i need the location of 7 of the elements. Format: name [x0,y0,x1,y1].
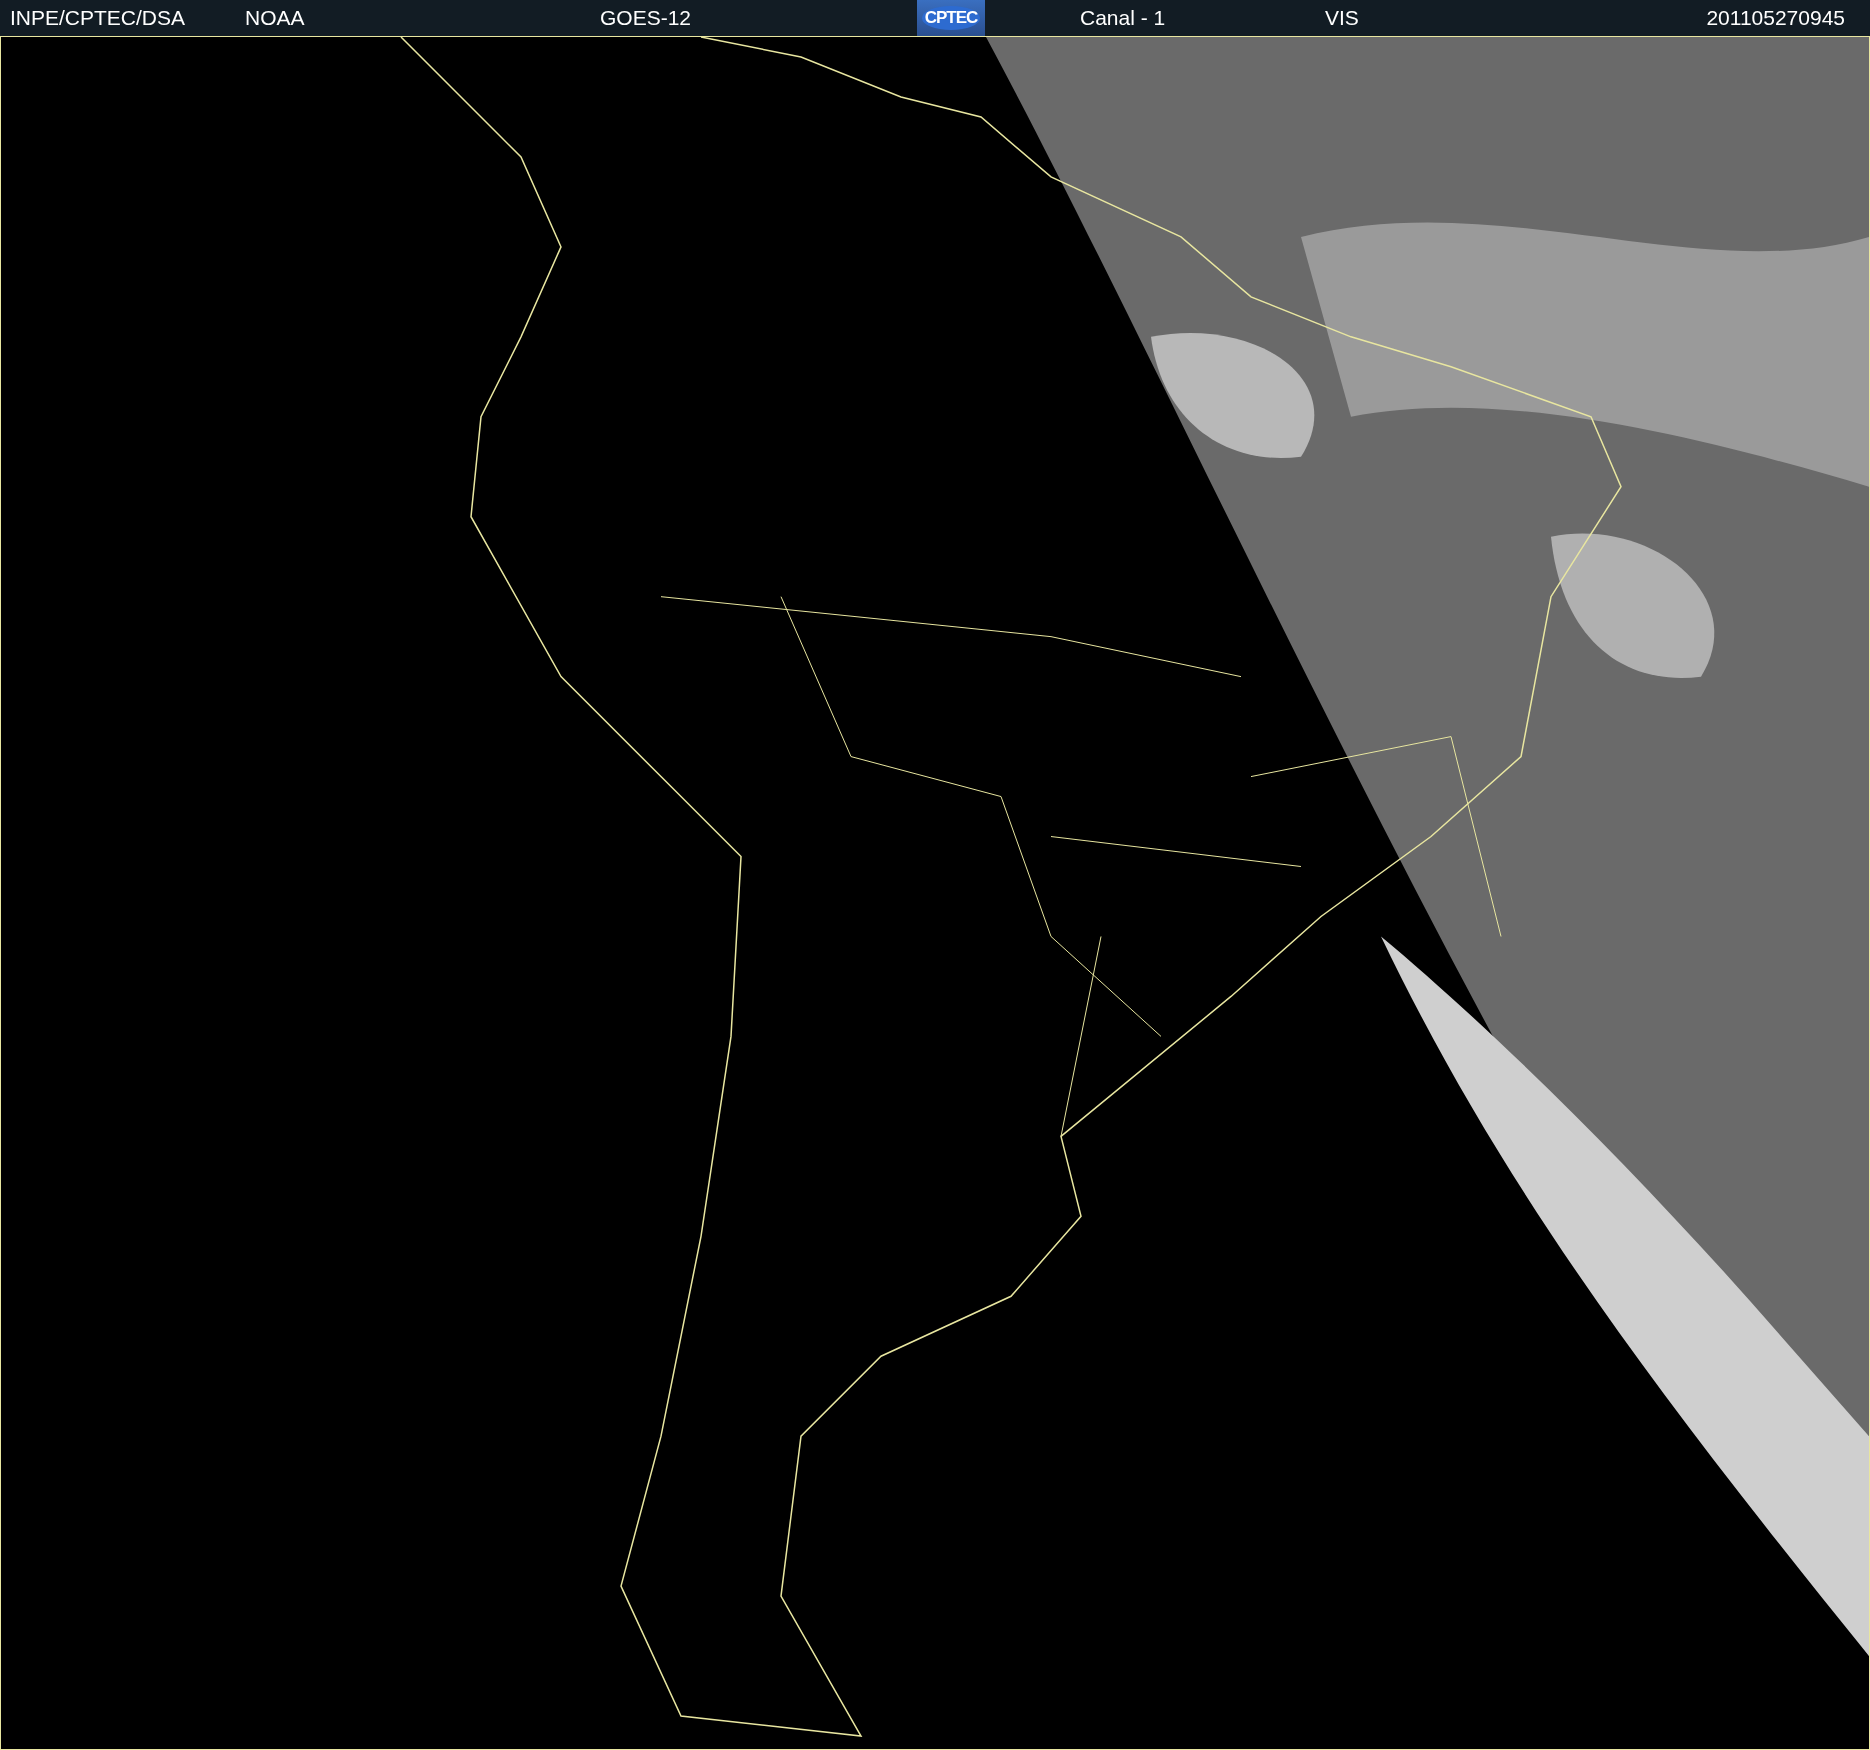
header-label: GOES-12 [600,6,692,30]
header-label: INPE/CPTEC/DSA [9,6,186,30]
header-label: NOAA [245,6,305,30]
header-label: VIS [1325,6,1359,30]
timestamp: 201105270945 [1706,6,1845,30]
header-label: Canal - 1 [1080,6,1166,30]
logo-text: CPTEC [921,6,981,30]
